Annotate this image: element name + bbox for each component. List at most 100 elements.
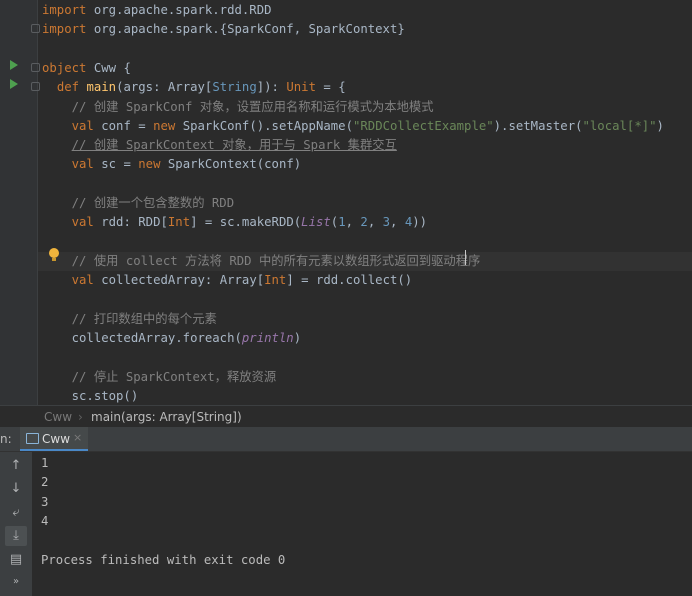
soft-wrap-icon[interactable]: ⤶ xyxy=(5,503,27,523)
code-token: collectedArray.foreach( xyxy=(42,331,242,346)
code-line[interactable]: import org.apache.spark.{SparkConf, Spar… xyxy=(42,20,405,39)
code-token: )) xyxy=(412,215,428,230)
code-token: 1 xyxy=(338,215,346,230)
fold-icon[interactable] xyxy=(31,63,40,72)
code-token: // 打印数组中的每个元素 xyxy=(42,311,217,326)
code-token: // 创建 SparkConf 对象，设置应用名称和运行模式为本地模式 xyxy=(42,99,434,114)
run-main-icon[interactable] xyxy=(10,79,18,89)
code-token: collectedArray: Array[ xyxy=(93,273,265,288)
code-token: Int xyxy=(167,215,191,230)
code-token: ]): xyxy=(256,80,287,95)
output-line: 2 xyxy=(41,475,49,489)
code-token: , xyxy=(367,215,383,230)
more-icon[interactable]: » xyxy=(5,572,27,592)
down-arrow-icon[interactable]: ↓ xyxy=(5,479,27,499)
fold-icon[interactable] xyxy=(31,24,40,33)
code-line[interactable]: // 创建一个包含整数的 RDD xyxy=(42,194,235,213)
code-token: ) xyxy=(656,118,664,133)
breadcrumb-object[interactable]: Cww xyxy=(44,406,72,428)
code-token: // 创建 SparkContext 对象，用于与 Spark 集群交互 xyxy=(71,138,397,153)
code-line[interactable]: import org.apache.spark.rdd.RDD xyxy=(42,1,272,20)
code-token: SparkContext(conf) xyxy=(160,157,302,172)
code-token: String xyxy=(212,80,257,95)
code-token: new xyxy=(138,157,161,172)
gutter-divider xyxy=(37,0,38,405)
code-token: org.apache.spark.rdd.RDD xyxy=(86,3,272,17)
code-token: val xyxy=(71,118,94,133)
code-token: // 停止 SparkContext，释放资源 xyxy=(42,369,277,384)
code-line[interactable]: object Cww { xyxy=(42,59,131,78)
lightbulb-icon[interactable] xyxy=(49,248,59,261)
fold-icon[interactable] xyxy=(31,82,40,91)
code-token: conf = xyxy=(93,118,154,133)
code-token: println xyxy=(241,331,294,346)
code-token: SparkConf().setAppName( xyxy=(175,118,353,133)
code-line[interactable]: // 创建 SparkContext 对象，用于与 Spark 集群交互 xyxy=(42,136,397,155)
code-line[interactable]: val collectedArray: Array[Int] = rdd.col… xyxy=(42,271,413,290)
code-token: = { xyxy=(315,80,346,95)
editor-gutter[interactable] xyxy=(0,0,38,405)
code-token: sc = xyxy=(93,157,139,172)
tab-cww[interactable]: Cww × xyxy=(20,427,88,451)
code-line[interactable]: val conf = new SparkConf().setAppName("R… xyxy=(42,117,664,136)
console-toolbar: ↑ ↓ ⤶ ⤓ ▤ » xyxy=(0,452,32,596)
code-line[interactable]: // 使用 collect 方法将 RDD 中的所有元素以数组形式返回到驱动程序 xyxy=(38,251,692,271)
code-token: // 使用 collect 方法将 RDD 中的所有元素以数组形式返回到驱动程序 xyxy=(42,253,481,268)
run-object-icon[interactable] xyxy=(10,60,18,70)
code-token: new xyxy=(153,118,176,133)
code-line[interactable]: val sc = new SparkContext(conf) xyxy=(42,155,302,174)
code-token: main xyxy=(86,80,117,95)
code-line[interactable]: collectedArray.foreach(println) xyxy=(42,329,302,348)
code-token: ] = sc.makeRDD( xyxy=(190,215,302,230)
code-token: Cww { xyxy=(86,60,131,75)
breadcrumb-method[interactable]: main(args: Array[String]) xyxy=(91,406,242,428)
scroll-to-end-icon[interactable]: ⤓ xyxy=(5,526,27,546)
code-token: val xyxy=(71,273,94,288)
code-token: 3 xyxy=(382,215,391,230)
run-console[interactable]: ↑ ↓ ⤶ ⤓ ▤ » 1 2 3 4 Process finished wit… xyxy=(0,452,692,596)
code-token: , xyxy=(345,215,361,230)
code-token: "RDDCollectExample" xyxy=(352,118,494,133)
code-line[interactable]: // 打印数组中的每个元素 xyxy=(42,310,217,329)
close-icon[interactable]: × xyxy=(73,431,82,444)
code-line[interactable]: sc.stop() xyxy=(42,387,139,405)
code-token: rdd: RDD[ xyxy=(93,215,168,230)
code-token: ] = rdd.collect() xyxy=(286,273,413,288)
code-token: List xyxy=(301,215,331,230)
chevron-right-icon: › xyxy=(78,410,83,424)
code-token: Unit xyxy=(286,80,316,95)
code-editor[interactable]: import org.apache.spark.rdd.RDD import or… xyxy=(0,0,692,405)
code-token: "local[*]" xyxy=(582,118,657,133)
code-token: // 创建一个包含整数的 RDD xyxy=(42,196,235,210)
code-token: import xyxy=(42,22,87,37)
run-tool-window-header: n: Cww × xyxy=(0,427,692,452)
code-line[interactable]: // 停止 SparkContext，释放资源 xyxy=(42,368,277,387)
code-line[interactable]: def main(args: Array[String]): Unit = { xyxy=(42,78,346,97)
code-token: ) xyxy=(293,331,302,346)
process-finished-message: Process finished with exit code 0 xyxy=(41,553,286,567)
code-token: sc.stop() xyxy=(42,389,139,403)
up-arrow-icon[interactable]: ↑ xyxy=(5,456,27,476)
code-token: ).setMaster( xyxy=(493,118,583,133)
code-line[interactable]: val rdd: RDD[Int] = sc.makeRDD(List(1, 2… xyxy=(42,213,427,232)
print-icon[interactable]: ▤ xyxy=(5,550,27,570)
code-token: Int xyxy=(264,273,287,288)
code-token: import xyxy=(42,3,87,17)
code-token: def xyxy=(56,80,80,95)
output-line: 3 xyxy=(41,495,49,509)
text-caret xyxy=(465,250,466,265)
code-line[interactable]: // 创建 SparkConf 对象，设置应用名称和运行模式为本地模式 xyxy=(42,98,434,117)
code-token: (args: Array[ xyxy=(116,80,213,95)
code-token: val xyxy=(71,215,94,230)
breadcrumb: Cww › main(args: Array[String]) xyxy=(0,405,692,428)
code-token: , xyxy=(390,215,405,230)
code-token: val xyxy=(71,157,94,172)
code-token: 2 xyxy=(360,215,368,230)
code-token: org.apache.spark.{SparkConf, SparkContex… xyxy=(86,22,405,37)
